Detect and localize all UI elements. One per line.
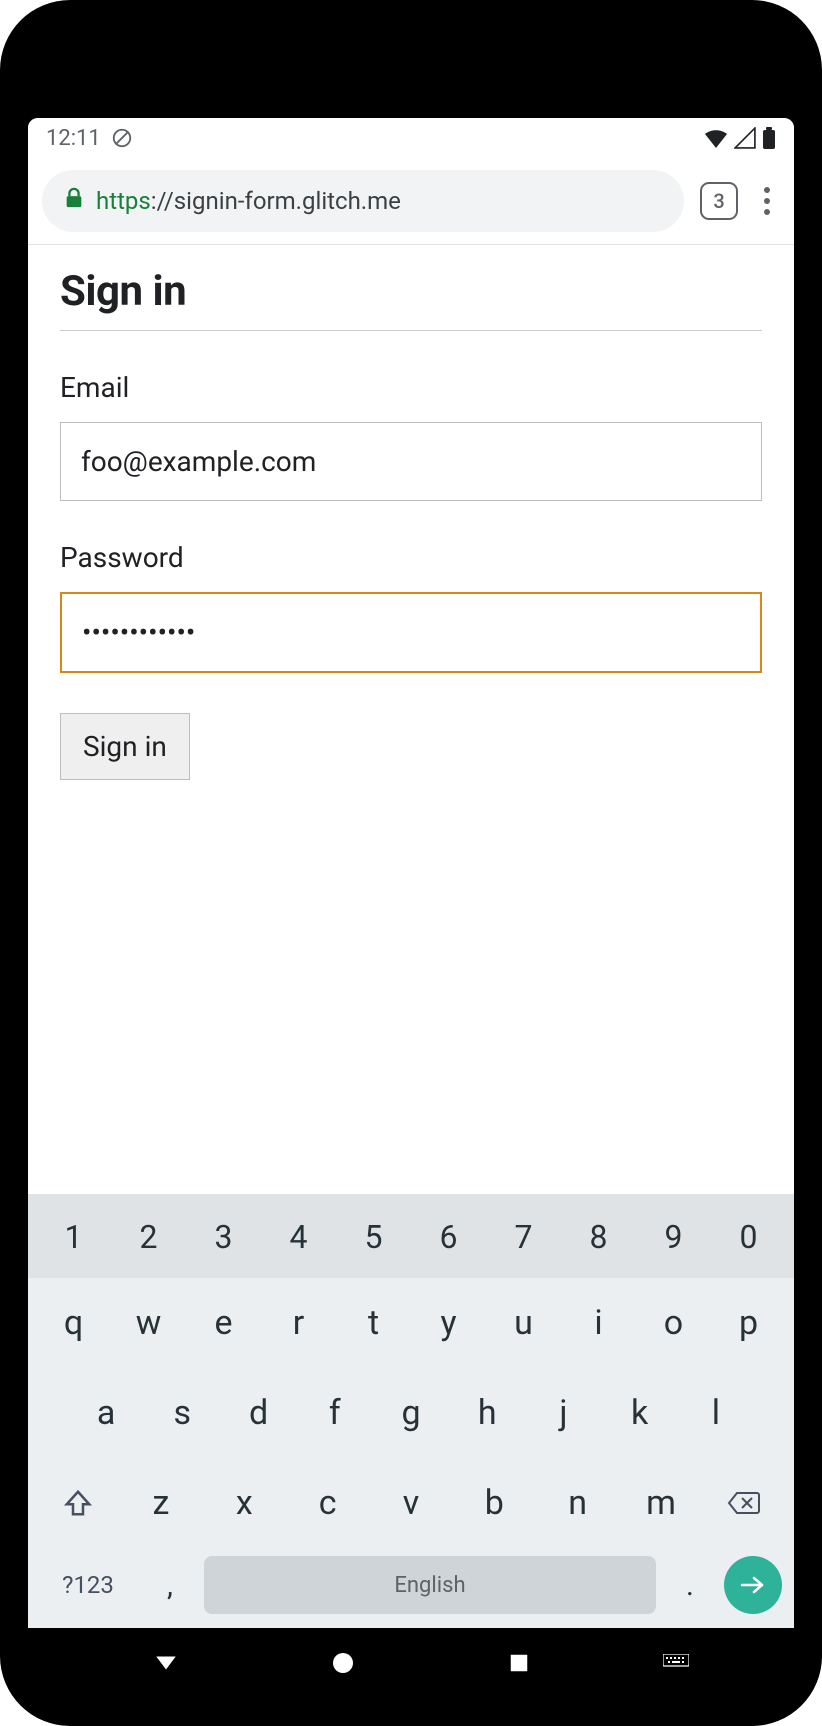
phone-frame: 12:11 — [0, 0, 822, 1726]
spacebar[interactable]: English — [204, 1556, 656, 1614]
key-c[interactable]: c — [286, 1464, 369, 1542]
battery-icon — [762, 127, 776, 149]
key-2[interactable]: 2 — [111, 1202, 186, 1272]
key-q[interactable]: q — [36, 1284, 111, 1362]
key-3[interactable]: 3 — [186, 1202, 261, 1272]
email-label: Email — [60, 371, 762, 404]
enter-key[interactable] — [724, 1556, 782, 1614]
key-0[interactable]: 0 — [711, 1202, 786, 1272]
key-z[interactable]: z — [119, 1464, 202, 1542]
password-input[interactable] — [60, 592, 762, 673]
keyboard-row-z: z x c v b n m — [28, 1458, 794, 1548]
shift-key[interactable] — [36, 1464, 119, 1542]
key-t[interactable]: t — [336, 1284, 411, 1362]
omnibox[interactable]: https://signin-form.glitch.me — [42, 170, 684, 232]
key-h[interactable]: h — [449, 1374, 525, 1452]
url-scheme: https — [96, 187, 151, 215]
key-i[interactable]: i — [561, 1284, 636, 1362]
key-8[interactable]: 8 — [561, 1202, 636, 1272]
key-w[interactable]: w — [111, 1284, 186, 1362]
nav-recents-button[interactable] — [479, 1652, 559, 1674]
key-m[interactable]: m — [619, 1464, 702, 1542]
key-n[interactable]: n — [536, 1464, 619, 1542]
url-host: signin-form.glitch.me — [174, 187, 401, 215]
key-1[interactable]: 1 — [36, 1202, 111, 1272]
key-b[interactable]: b — [453, 1464, 536, 1542]
key-y[interactable]: y — [411, 1284, 486, 1362]
key-9[interactable]: 9 — [636, 1202, 711, 1272]
key-u[interactable]: u — [486, 1284, 561, 1362]
tab-switcher[interactable]: 3 — [700, 182, 738, 220]
keyboard-switch-key[interactable]: ?123 — [40, 1571, 136, 1599]
email-input[interactable] — [60, 422, 762, 501]
key-g[interactable]: g — [373, 1374, 449, 1452]
page-body: Sign in Email Password Sign in — [28, 245, 794, 1194]
key-comma[interactable]: , — [150, 1568, 190, 1603]
screen: 12:11 — [28, 118, 794, 1628]
key-5[interactable]: 5 — [336, 1202, 411, 1272]
key-a[interactable]: a — [68, 1374, 144, 1452]
key-period[interactable]: . — [670, 1568, 710, 1603]
more-menu-button[interactable] — [754, 187, 780, 215]
key-x[interactable]: x — [203, 1464, 286, 1542]
key-o[interactable]: o — [636, 1284, 711, 1362]
wifi-icon — [704, 127, 728, 149]
backspace-key[interactable] — [703, 1464, 786, 1542]
status-time: 12:11 — [46, 126, 101, 151]
key-7[interactable]: 7 — [486, 1202, 561, 1272]
keyboard-bottom-row: ?123 , English . — [28, 1548, 794, 1628]
keyboard-row-a: a s d f g h j k l — [28, 1368, 794, 1458]
sign-in-button[interactable]: Sign in — [60, 713, 190, 780]
key-r[interactable]: r — [261, 1284, 336, 1362]
key-k[interactable]: k — [602, 1374, 678, 1452]
key-d[interactable]: d — [220, 1374, 296, 1452]
url-sep: :// — [151, 187, 174, 215]
page-title: Sign in — [60, 267, 762, 331]
dnd-icon — [111, 127, 133, 149]
browser-chrome: https://signin-form.glitch.me 3 — [28, 158, 794, 245]
soft-keyboard: 1 2 3 4 5 6 7 8 9 0 q — [28, 1194, 794, 1628]
spacebar-label: English — [394, 1573, 465, 1598]
nav-keyboard-toggle[interactable] — [656, 1654, 696, 1672]
keyboard-row-q: q w e r t y u i o p — [28, 1278, 794, 1368]
keyboard-number-row: 1 2 3 4 5 6 7 8 9 0 — [28, 1194, 794, 1278]
key-p[interactable]: p — [711, 1284, 786, 1362]
key-v[interactable]: v — [369, 1464, 452, 1542]
tab-count: 3 — [713, 189, 724, 213]
key-l[interactable]: l — [678, 1374, 754, 1452]
nav-home-button[interactable] — [303, 1651, 383, 1675]
key-e[interactable]: e — [186, 1284, 261, 1362]
password-label: Password — [60, 541, 762, 574]
key-4[interactable]: 4 — [261, 1202, 336, 1272]
key-s[interactable]: s — [144, 1374, 220, 1452]
key-f[interactable]: f — [297, 1374, 373, 1452]
nav-back-button[interactable] — [126, 1650, 206, 1676]
status-bar: 12:11 — [28, 118, 794, 158]
key-6[interactable]: 6 — [411, 1202, 486, 1272]
key-j[interactable]: j — [525, 1374, 601, 1452]
lock-icon — [64, 187, 84, 215]
cell-signal-icon — [734, 127, 756, 149]
system-nav-bar — [28, 1628, 794, 1698]
